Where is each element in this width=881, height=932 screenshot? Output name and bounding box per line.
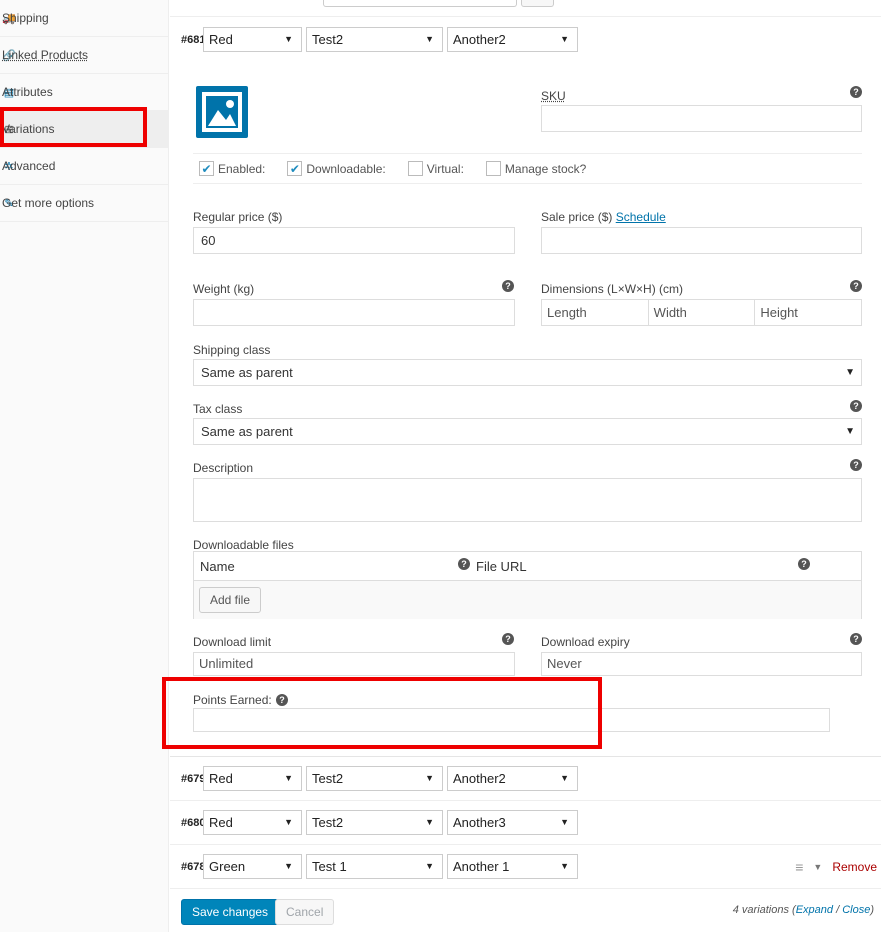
- tab-label: Shipping: [2, 11, 49, 25]
- image-icon: [202, 92, 242, 132]
- variation-row-680[interactable]: #680 Red ▼ Test2 ▼ Another3 ▼: [170, 801, 881, 845]
- description-label: Description: [193, 461, 254, 475]
- help-icon: ?: [502, 633, 514, 645]
- attribute-select-3[interactable]: Another2 ▼: [447, 27, 578, 52]
- download-limit-input[interactable]: Unlimited: [193, 652, 515, 676]
- shipping-class-select[interactable]: Same as parent ▼: [193, 359, 862, 386]
- variation-row-679[interactable]: #679 Red ▼ Test2 ▼ Another2 ▼: [170, 757, 881, 801]
- toolbar-select[interactable]: [323, 0, 517, 7]
- tax-class-select[interactable]: Same as parent ▼: [193, 418, 862, 445]
- tax-class-label: Tax class: [193, 402, 243, 416]
- variation-id: #679: [181, 772, 206, 785]
- cancel-button[interactable]: Cancel: [275, 899, 335, 925]
- sku-input[interactable]: [541, 105, 862, 132]
- enabled-checkbox[interactable]: ✔ Enabled:: [199, 161, 265, 176]
- attribute-select-3[interactable]: Another 1 ▼: [447, 854, 578, 879]
- variation-image-upload[interactable]: [196, 86, 248, 138]
- tab-label: Linked Products: [2, 48, 89, 62]
- dimensions-inputs: Length Width Height: [541, 299, 862, 326]
- toolbar-go-button[interactable]: [521, 0, 554, 7]
- virtual-checkbox[interactable]: Virtual:: [407, 161, 464, 176]
- shipping-class-label: Shipping class: [193, 343, 271, 357]
- tab-advanced[interactable]: ✲ Advanced: [0, 148, 169, 185]
- tab-attributes[interactable]: ▤ Attributes: [0, 74, 169, 111]
- tab-label: Get more options: [2, 196, 95, 210]
- file-url-column-header: File URL: [476, 559, 527, 574]
- width-input[interactable]: Width: [649, 300, 756, 325]
- sku-label: SKU: [541, 89, 566, 103]
- chevron-down-icon[interactable]: ▼: [813, 862, 822, 872]
- download-expiry-input[interactable]: Never: [541, 652, 862, 676]
- regular-price-label: Regular price ($): [193, 210, 283, 224]
- help-icon: ?: [502, 280, 514, 292]
- downloadable-files-table: Name ? File URL ? Add file: [193, 551, 862, 619]
- drag-handle-icon[interactable]: ≡: [795, 859, 803, 875]
- attribute-select-1[interactable]: Green ▼: [203, 854, 302, 879]
- attribute-select-2[interactable]: Test2 ▼: [306, 27, 443, 52]
- help-icon: ?: [850, 633, 862, 645]
- sale-price-input[interactable]: [541, 227, 862, 254]
- tab-label: Attributes: [2, 85, 53, 99]
- variation-row-678[interactable]: #678 Green ▼ Test 1 ▼ Another 1 ▼ ≡ ▼ Remov…: [170, 845, 881, 889]
- help-icon: ?: [458, 558, 470, 570]
- chevron-down-icon: ▼: [845, 367, 855, 378]
- highlight-points-earned: [162, 677, 602, 749]
- attribute-select-2[interactable]: Test2 ▼: [306, 810, 443, 835]
- height-input[interactable]: Height: [755, 300, 861, 325]
- attribute-select-2[interactable]: Test2 ▼: [306, 766, 443, 791]
- attribute-select-1[interactable]: Red ▼: [203, 766, 302, 791]
- variation-id: #678: [181, 860, 206, 873]
- download-expiry-label: Download expiry: [541, 635, 630, 649]
- variation-details: SKU ? ✔ Enabled: ✔ Downloadable: Virtual: …: [170, 61, 881, 757]
- files-table-header: Name ? File URL ?: [194, 552, 861, 581]
- help-icon: ?: [850, 459, 862, 471]
- expand-link[interactable]: Expand: [796, 904, 833, 916]
- add-file-button[interactable]: Add file: [199, 587, 262, 613]
- variation-options: ✔ Enabled: ✔ Downloadable: Virtual: Manage…: [193, 153, 862, 184]
- highlight-variations-tab: [0, 107, 147, 147]
- tab-get-more-options[interactable]: ✎ Get more options: [0, 185, 169, 222]
- attribute-select-2[interactable]: Test 1 ▼: [306, 854, 443, 879]
- variation-header-681[interactable]: #681 Red ▼ Test2 ▼ Another2 ▼: [170, 18, 881, 61]
- row-tools: ≡ ▼ Remove: [795, 859, 877, 875]
- downloadable-files-label: Downloadable files: [193, 538, 294, 552]
- top-toolbar: [170, 0, 881, 17]
- check-icon: ✔: [199, 161, 214, 176]
- manage-stock-checkbox[interactable]: Manage stock?: [485, 161, 586, 176]
- help-icon: ?: [850, 280, 862, 292]
- name-column-header: Name: [200, 559, 235, 574]
- sale-price-label: Sale price ($) Schedule: [541, 210, 666, 224]
- attribute-select-1[interactable]: Red ▼: [203, 27, 302, 52]
- remove-variation-link[interactable]: Remove: [832, 860, 877, 874]
- schedule-link[interactable]: Schedule: [616, 210, 666, 224]
- weight-label: Weight (kg): [193, 282, 255, 296]
- downloadable-checkbox[interactable]: ✔ Downloadable:: [287, 161, 386, 176]
- dimensions-label: Dimensions (L×W×H) (cm): [541, 282, 684, 296]
- attribute-select-3[interactable]: Another3 ▼: [447, 810, 578, 835]
- variations-count: 4 variations (Expand / Close): [732, 904, 874, 916]
- download-limit-label: Download limit: [193, 635, 272, 649]
- help-icon: ?: [850, 86, 862, 98]
- regular-price-input[interactable]: 60: [193, 227, 515, 254]
- variation-id: #681: [181, 33, 206, 46]
- chevron-down-icon: ▼: [845, 426, 855, 437]
- check-icon: ✔: [287, 161, 303, 176]
- weight-input[interactable]: [193, 299, 515, 326]
- variations-panel: #681 Red ▼ Test2 ▼ Another2 ▼ SKU ? ✔ Enable…: [170, 0, 881, 932]
- files-table-footer: Add file: [194, 581, 861, 619]
- variation-id: #680: [181, 816, 206, 829]
- help-icon: ?: [798, 558, 810, 570]
- tab-label: Advanced: [2, 159, 56, 173]
- variations-footer: Save changes Cancel 4 variations (Expand…: [170, 890, 881, 932]
- close-link[interactable]: Close: [842, 904, 870, 916]
- tab-shipping[interactable]: 🚚 Shipping: [0, 0, 169, 37]
- length-input[interactable]: Length: [542, 300, 649, 325]
- help-icon: ?: [850, 400, 862, 412]
- attribute-select-1[interactable]: Red ▼: [203, 810, 302, 835]
- attribute-select-3[interactable]: Another2 ▼: [447, 766, 578, 791]
- save-changes-button[interactable]: Save changes: [181, 899, 280, 925]
- tab-linked-products[interactable]: 🔗 Linked Products: [0, 37, 169, 74]
- description-textarea[interactable]: [193, 478, 862, 522]
